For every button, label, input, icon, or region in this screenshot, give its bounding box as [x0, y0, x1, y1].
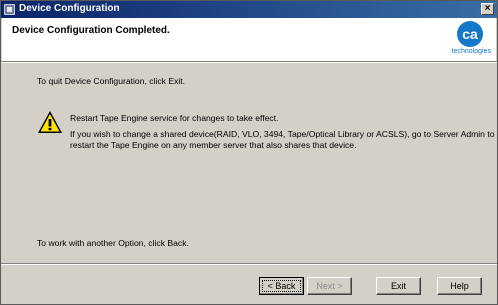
exit-button[interactable]: Exit [376, 277, 421, 295]
close-button[interactable]: × [481, 3, 494, 15]
back-instruction: To work with another Option, click Back. [37, 238, 189, 248]
ca-logo: ca technologies [447, 21, 491, 61]
back-button[interactable]: < Back [259, 277, 304, 295]
quit-instruction: To quit Device Configuration, click Exit… [37, 76, 186, 86]
device-configuration-window: Device Configuration × Device Configurat… [0, 0, 498, 305]
footer-divider [1, 263, 497, 265]
title-bar: Device Configuration × [1, 1, 497, 18]
window-title: Device Configuration [19, 3, 120, 14]
help-button[interactable]: Help [437, 277, 482, 295]
next-button[interactable]: Next > [307, 277, 352, 295]
header-panel: Device Configuration Completed. ca techn… [2, 18, 496, 61]
ca-logo-text: technologies [451, 48, 491, 55]
page-title: Device Configuration Completed. [12, 25, 170, 36]
restart-notice: Restart Tape Engine service for changes … [70, 113, 279, 123]
content-area: To quit Device Configuration, click Exit… [1, 63, 497, 263]
shared-device-line-1: If you wish to change a shared device(RA… [70, 129, 495, 139]
app-icon [4, 4, 15, 15]
shared-device-line-2: restart the Tape Engine on any member se… [70, 140, 357, 150]
warning-icon [38, 111, 62, 133]
ca-logo-mark: ca [457, 21, 483, 47]
